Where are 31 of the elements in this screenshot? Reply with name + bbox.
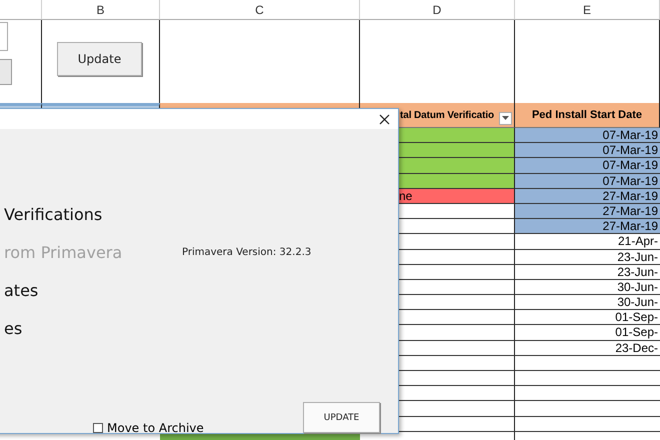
table-cell: 30-Jun- — [515, 295, 660, 310]
column-header[interactable]: C — [160, 0, 360, 20]
table-cell: 01-Sep- — [515, 310, 660, 326]
column-header[interactable]: B — [42, 0, 160, 20]
close-icon[interactable] — [379, 114, 390, 124]
table-cell: 27-Mar-19 — [515, 188, 660, 204]
table-cell: 23-Jun- — [515, 264, 660, 280]
menu-option[interactable]: ates — [4, 280, 182, 300]
table-cell: 21-Apr- — [515, 234, 660, 250]
column-header[interactable]: D — [360, 0, 515, 20]
update-button[interactable]: Update — [57, 42, 142, 76]
table-cell: 01-Sep- — [515, 325, 660, 341]
column-heading-text: tal Datum Verificatio — [400, 110, 494, 120]
column-heading-text: Ped Install Start Date — [532, 109, 642, 121]
filter-dropdown-icon[interactable] — [499, 112, 512, 125]
table-cell: 23-Dec- — [515, 340, 660, 356]
table-cell: 07-Mar-19 — [515, 158, 660, 174]
menu-option[interactable]: es — [4, 318, 182, 338]
table-cell: 23-Jun- — [515, 250, 660, 265]
table-cell: 30-Jun- — [515, 280, 660, 296]
menu-option[interactable]: Verifications — [4, 204, 182, 224]
checkbox-icon[interactable] — [93, 423, 103, 433]
column-header[interactable]: E — [515, 0, 660, 20]
table-cell: 27-Mar-19 — [515, 219, 660, 234]
table-cell: 07-Mar-19 — [515, 143, 660, 158]
version-label: Primavera Version: 32.2.3 — [182, 246, 312, 258]
table-cell: 07-Mar-19 — [515, 174, 660, 189]
table-cell: 27-Mar-19 — [515, 204, 660, 220]
text-field[interactable] — [0, 22, 8, 51]
table-cell: 07-Mar-19 — [515, 128, 660, 144]
update-button[interactable]: UPDATE — [303, 402, 380, 433]
